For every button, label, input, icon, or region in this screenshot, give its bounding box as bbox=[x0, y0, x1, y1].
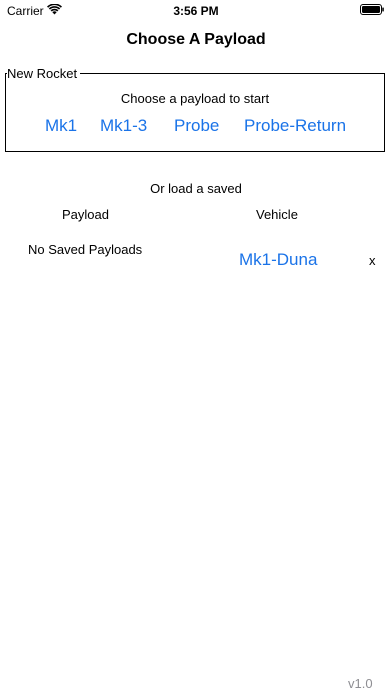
status-time: 3:56 PM bbox=[173, 4, 219, 18]
payload-button-mk1-3[interactable]: Mk1-3 bbox=[100, 116, 147, 136]
payload-button-row: Mk1 Mk1-3 Probe Probe-Return bbox=[6, 116, 384, 138]
page-title: Choose A Payload bbox=[126, 31, 266, 48]
new-rocket-group: New Rocket Choose a payload to start Mk1… bbox=[5, 66, 385, 152]
delete-vehicle-button[interactable]: x bbox=[369, 253, 376, 268]
battery-icon bbox=[360, 4, 384, 15]
payload-button-mk1[interactable]: Mk1 bbox=[45, 116, 77, 136]
status-bar: Carrier 3:56 PM bbox=[0, 0, 392, 22]
load-saved-heading: Or load a saved bbox=[150, 181, 242, 196]
new-rocket-legend: New Rocket bbox=[7, 66, 81, 81]
payload-button-probe[interactable]: Probe bbox=[174, 116, 219, 136]
version-label: v1.0 bbox=[348, 676, 373, 691]
payload-column-header: Payload bbox=[62, 207, 109, 222]
no-saved-payloads-label: No Saved Payloads bbox=[28, 242, 143, 257]
payload-button-probe-return[interactable]: Probe-Return bbox=[244, 116, 346, 136]
vehicle-column-header: Vehicle bbox=[256, 207, 298, 222]
saved-vehicle-mk1-duna[interactable]: Mk1-Duna bbox=[239, 250, 317, 270]
choose-payload-prompt: Choose a payload to start bbox=[120, 91, 270, 106]
